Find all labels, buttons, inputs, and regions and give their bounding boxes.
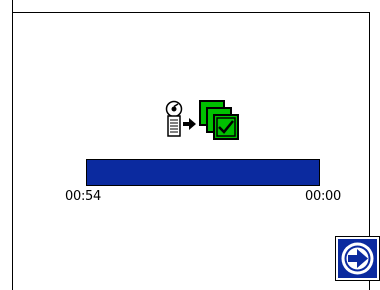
recipe-stack-check-icon (199, 100, 239, 140)
progress-bar (86, 159, 320, 186)
screen: 00:54 00:00 (0, 0, 380, 290)
frame-border-top (12, 12, 370, 13)
pump-meter-icon (165, 100, 183, 137)
arrow-right-circle-icon (341, 242, 374, 275)
next-button[interactable] (335, 236, 380, 281)
progress-bar-fill (86, 159, 320, 186)
arrow-right-icon (183, 118, 196, 130)
frame-border-left (12, 0, 13, 290)
status-icon-group (163, 99, 243, 143)
progress-start-time: 00:54 (65, 189, 101, 204)
progress-end-time: 00:00 (305, 189, 341, 204)
